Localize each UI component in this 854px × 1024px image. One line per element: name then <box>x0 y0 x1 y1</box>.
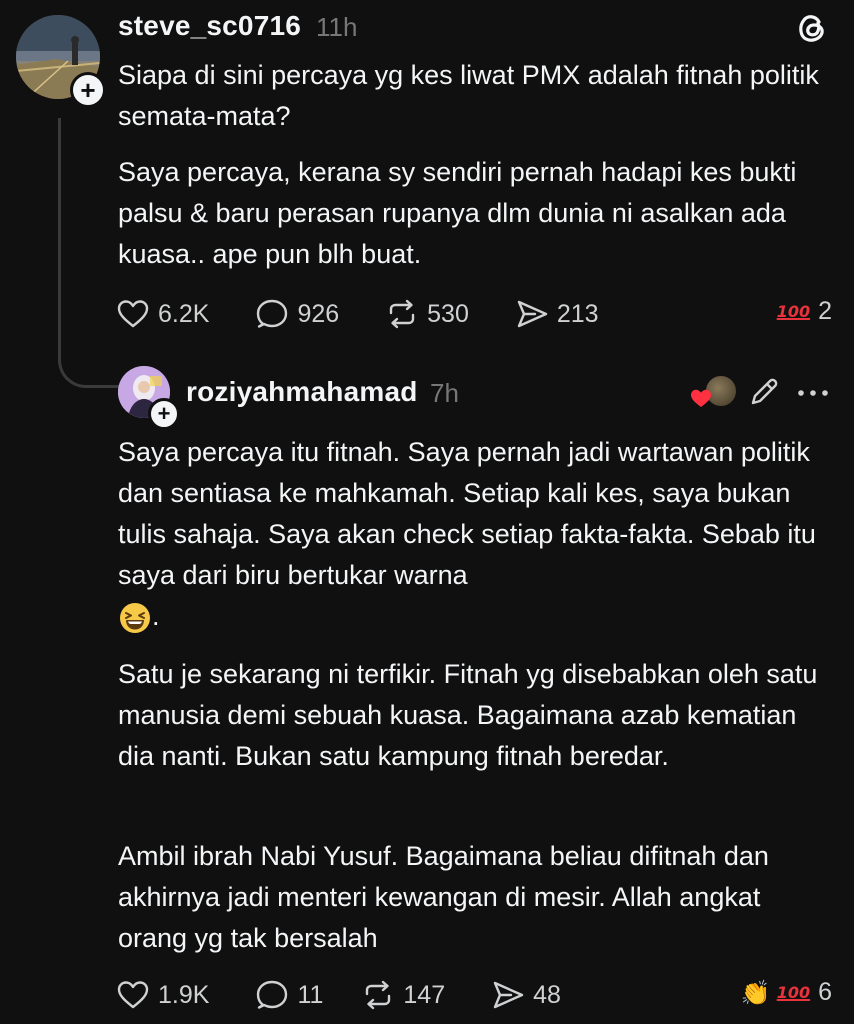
reaction-count: 2 <box>818 297 832 325</box>
reply-text-part: Saya percaya itu fitnah. Saya pernah jad… <box>118 437 816 590</box>
share-button[interactable]: 48 <box>491 978 561 1012</box>
repost-count: 147 <box>403 980 446 1009</box>
threads-screen: + steve_sc0716 11h Siapa di sini percaya… <box>0 0 854 1024</box>
reply-actions: 1.9K 11 147 48 <box>116 975 607 1015</box>
follow-plus-button[interactable]: + <box>70 72 106 108</box>
clapping-hands-icon: 👏 <box>740 978 771 1007</box>
send-icon <box>493 981 524 1009</box>
like-count: 1.9K <box>158 980 210 1009</box>
speech-bubble-icon <box>257 299 288 328</box>
pencil-icon[interactable] <box>748 376 780 408</box>
post-username[interactable]: roziyahmahamad <box>186 376 418 408</box>
share-button[interactable]: 213 <box>515 297 599 331</box>
reply-count: 11 <box>297 980 324 1009</box>
reaction-summary[interactable]: 👏 100 6 <box>741 978 832 1007</box>
repost-icon <box>389 299 415 329</box>
reply-button[interactable]: 11 <box>255 978 323 1012</box>
reply-text-part: . <box>152 601 160 631</box>
like-button[interactable]: 1.9K <box>116 978 209 1012</box>
follow-plus-button[interactable]: + <box>148 398 180 430</box>
heart-icon <box>117 300 149 328</box>
share-count: 48 <box>533 980 561 1009</box>
post-time: 11h <box>316 12 358 42</box>
reaction-count: 6 <box>818 978 832 1006</box>
reaction-summary[interactable]: 100 2 <box>777 297 832 326</box>
post-time: 7h <box>430 378 459 408</box>
grinning-squinting-face-icon <box>120 602 150 633</box>
reply-text: Saya percaya itu fitnah. Saya pernah jad… <box>118 432 834 637</box>
reply-text: Ambil ibrah Nabi Yusuf. Bagaimana beliau… <box>118 841 769 953</box>
post-username[interactable]: steve_sc0716 <box>118 10 301 42</box>
repost-count: 530 <box>427 299 469 328</box>
like-count: 6.2K <box>158 299 210 328</box>
hundred-points-icon: 100 <box>776 302 811 321</box>
post-actions: 6.2K 926 530 213 <box>116 294 645 334</box>
heart-icon <box>117 981 149 1009</box>
repost-button[interactable]: 530 <box>385 297 469 331</box>
red-heart-icon <box>691 389 711 407</box>
hundred-points-icon: 100 <box>776 983 811 1002</box>
more-options-icon[interactable] <box>794 378 832 408</box>
repost-button[interactable]: 147 <box>361 978 445 1012</box>
post-text: Saya percaya, kerana sy sendiri pernah h… <box>118 157 797 269</box>
like-button[interactable]: 6.2K <box>116 297 209 331</box>
threads-logo-icon[interactable] <box>792 8 832 48</box>
share-count: 213 <box>556 299 599 328</box>
send-icon <box>517 300 548 328</box>
repost-icon <box>366 980 391 1010</box>
reply-count: 926 <box>297 299 340 328</box>
reply-text: Satu je sekarang ni terfikir. Fitnah yg … <box>118 659 818 771</box>
post-text: Siapa di sini percaya yg kes liwat PMX a… <box>118 60 819 131</box>
speech-bubble-icon <box>257 980 288 1009</box>
reply-button[interactable]: 926 <box>255 297 339 331</box>
liked-by-avatars[interactable] <box>690 374 738 410</box>
